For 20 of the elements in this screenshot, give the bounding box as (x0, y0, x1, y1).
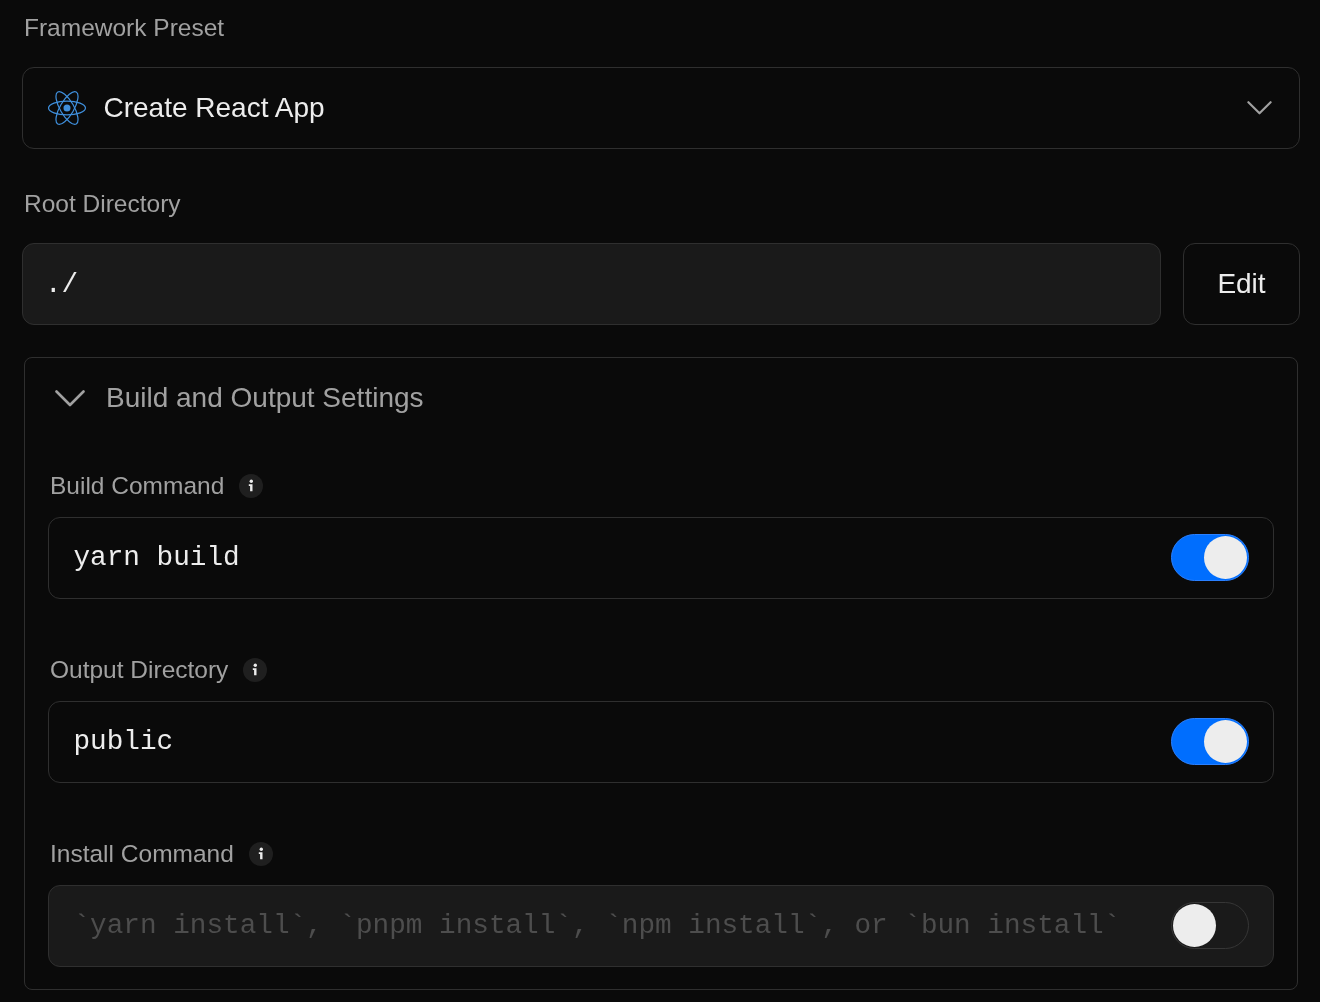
chevron-down-icon (55, 389, 85, 407)
field-label: Root Directory (24, 189, 181, 219)
field-label: Install Command (50, 838, 234, 869)
section-toggle[interactable]: Build and Output Settings (48, 383, 424, 413)
info-icon[interactable] (248, 841, 273, 866)
directory-field[interactable]: ./ (22, 243, 1161, 325)
chevron-down-icon (1247, 101, 1272, 115)
edit-button[interactable]: Edit (1183, 243, 1300, 325)
toggle-switch[interactable] (1170, 902, 1249, 949)
atom-icon (46, 90, 87, 126)
field-label: Build Command (50, 470, 225, 501)
toggle-switch[interactable] (1170, 534, 1249, 581)
command-field[interactable]: yarn build (48, 516, 1274, 599)
framework-select[interactable]: Create React App (22, 67, 1300, 149)
field-label: Framework Preset (24, 13, 225, 43)
command-field[interactable]: public (48, 700, 1274, 783)
toggle-switch[interactable] (1170, 718, 1249, 765)
info-icon[interactable] (243, 657, 268, 682)
info-icon[interactable] (239, 473, 264, 498)
field-label: Output Directory (50, 654, 229, 685)
